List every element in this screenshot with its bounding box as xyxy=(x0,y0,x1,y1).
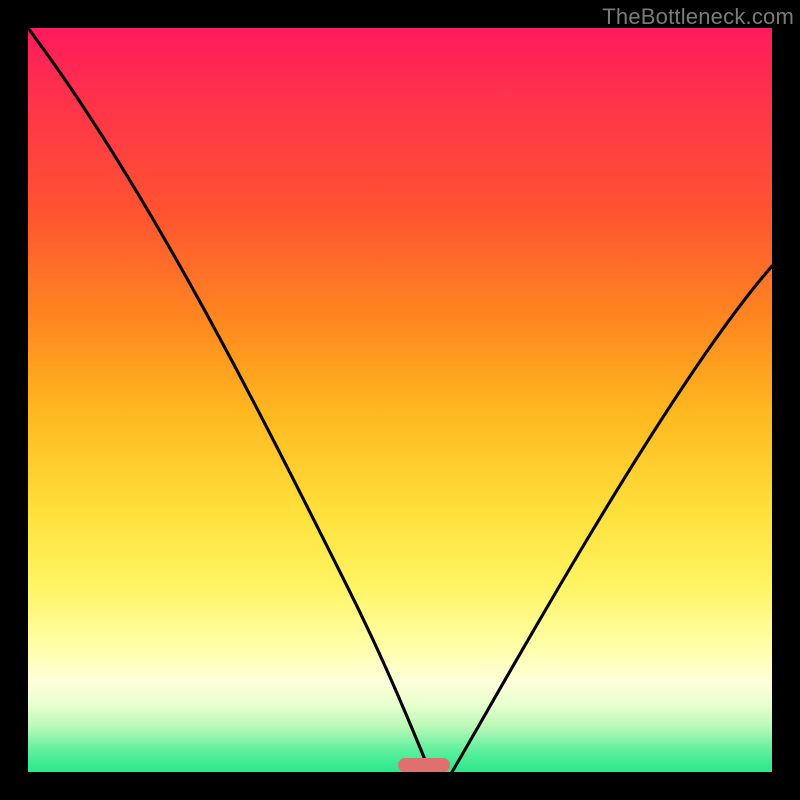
watermark-text: TheBottleneck.com xyxy=(602,4,794,30)
bottleneck-marker xyxy=(398,758,450,772)
curve-right xyxy=(452,266,772,772)
chart-frame: TheBottleneck.com xyxy=(0,0,800,800)
bottleneck-curves xyxy=(28,28,772,772)
curve-left xyxy=(28,28,430,772)
plot-area xyxy=(28,28,772,772)
